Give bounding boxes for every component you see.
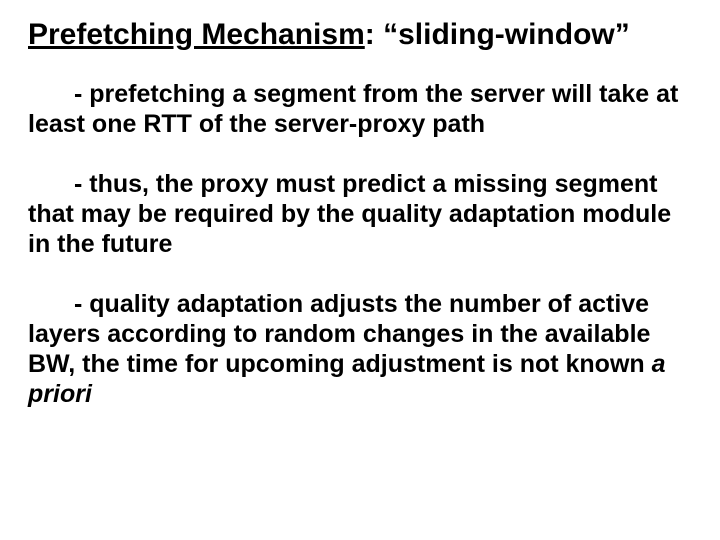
title-quoted: “sliding-window” bbox=[383, 18, 630, 51]
bullet-1: - prefetching a segment from the server … bbox=[28, 79, 692, 139]
title-colon: : bbox=[365, 18, 375, 51]
bullet-2: - thus, the proxy must predict a missing… bbox=[28, 169, 692, 259]
slide-title: Prefetching Mechanism: “sliding-window” bbox=[28, 18, 692, 53]
bullet-3-text: - quality adaptation adjusts the number … bbox=[28, 290, 652, 378]
bullet-2-text: - thus, the proxy must predict a missing… bbox=[28, 170, 671, 258]
slide: Prefetching Mechanism: “sliding-window” … bbox=[0, 0, 720, 540]
title-label: Prefetching Mechanism bbox=[28, 18, 365, 51]
bullet-1-text: - prefetching a segment from the server … bbox=[28, 80, 678, 138]
bullet-3: - quality adaptation adjusts the number … bbox=[28, 289, 692, 409]
